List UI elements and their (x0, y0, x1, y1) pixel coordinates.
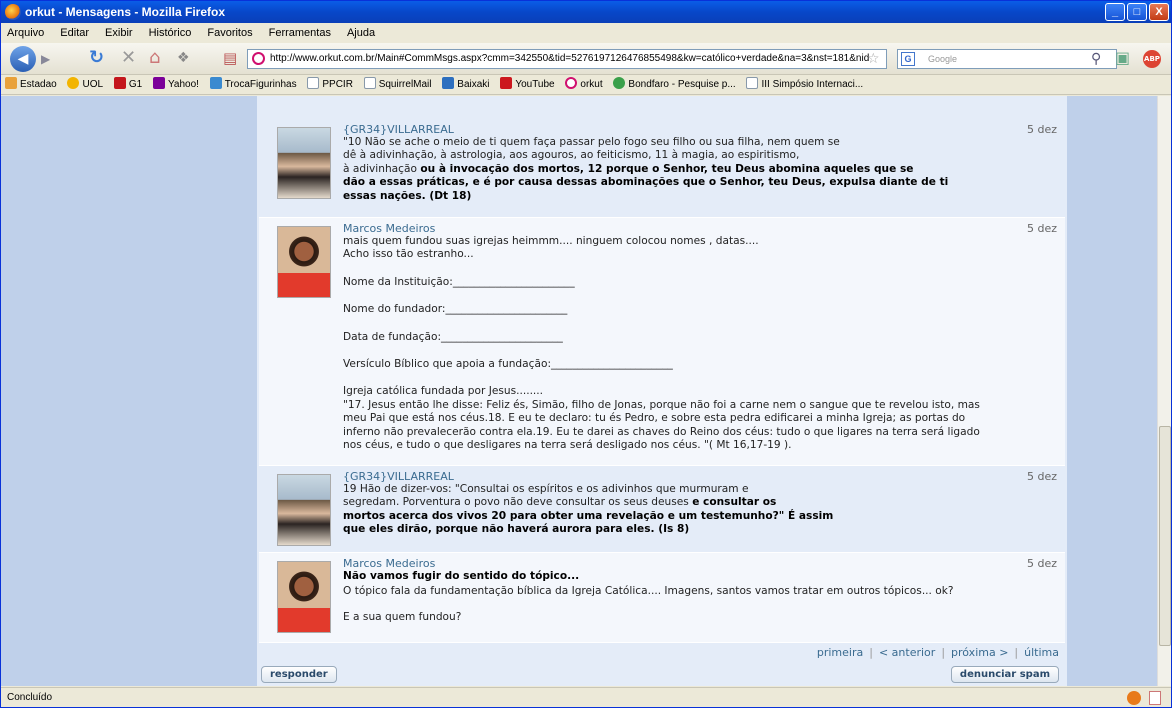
orkut-site-icon (252, 52, 265, 65)
back-arrow-icon[interactable]: ◀ (10, 46, 36, 72)
menu-exibir[interactable]: Exibir (103, 23, 135, 43)
author-link[interactable]: {GR34}VILLARREAL (343, 123, 454, 136)
page-viewport: {GR34}VILLARREAL 5 dez "10 Não se ache o… (1, 96, 1157, 686)
author-link[interactable]: {GR34}VILLARREAL (343, 470, 454, 483)
post-body: Não vamos fugir do sentido do tópico... … (343, 570, 954, 623)
stop-icon[interactable]: ✕ (121, 44, 136, 72)
bookmark-squirrelmail[interactable]: SquirrelMail (363, 75, 432, 94)
avatar[interactable] (277, 561, 331, 633)
message-post: {GR34}VILLARREAL 5 dez "10 Não se ache o… (259, 119, 1065, 218)
google-icon: G (901, 52, 915, 66)
search-icon[interactable]: ⚲ (1091, 45, 1101, 73)
bookmark-yahoo[interactable]: Yahoo! (152, 75, 199, 94)
bookmark-orkut[interactable]: orkut (565, 75, 603, 94)
bookmark-estadao[interactable]: Estadao (5, 75, 57, 94)
close-button[interactable]: X (1149, 3, 1169, 21)
post-date: 5 dez (1026, 222, 1057, 235)
menu-historico[interactable]: Histórico (147, 23, 194, 43)
bookmark-g1[interactable]: G1 (113, 75, 142, 94)
message-post: Marcos Medeiros 5 dez mais quem fundou s… (259, 218, 1065, 466)
prev-page-link[interactable]: < anterior (879, 646, 935, 659)
maximize-button[interactable]: □ (1127, 3, 1147, 21)
menu-favoritos[interactable]: Favoritos (205, 23, 254, 43)
minimize-button[interactable]: _ (1105, 3, 1125, 21)
page-icon[interactable] (1149, 691, 1161, 705)
vertical-scrollbar[interactable] (1157, 96, 1171, 686)
bookmark-youtube[interactable]: YouTube (500, 75, 555, 94)
avatar[interactable] (277, 226, 331, 298)
action-bar: responder denunciar spam (257, 662, 1067, 686)
home-icon[interactable]: ⌂ (149, 44, 160, 72)
firefox-icon (5, 4, 21, 20)
reply-button[interactable]: responder (261, 666, 337, 683)
title-bar: orkut - Mensagens - Mozilla Firefox _ □ … (1, 1, 1171, 23)
menu-ajuda[interactable]: Ajuda (345, 23, 377, 43)
pagination: primeira | < anterior | próxima > | última (816, 646, 1059, 659)
last-page-link[interactable]: última (1024, 646, 1059, 659)
print-icon[interactable]: ▤ (223, 44, 237, 72)
bookmark-simposio[interactable]: III Simpósio Internaci... (746, 75, 863, 94)
post-date: 5 dez (1026, 557, 1057, 570)
community-messages: {GR34}VILLARREAL 5 dez "10 Não se ache o… (257, 96, 1067, 686)
reload-icon[interactable]: ↻ (89, 44, 104, 72)
next-page-link[interactable]: próxima > (951, 646, 1008, 659)
bookmarks-bar: Estadao UOL G1 Yahoo! TrocaFigurinhas PP… (1, 75, 1171, 95)
menu-arquivo[interactable]: Arquivo (5, 23, 46, 43)
bookmark-trocafigurinhas[interactable]: TrocaFigurinhas (209, 75, 297, 94)
adblock-icon[interactable]: ABP (1143, 50, 1161, 68)
firebug-icon[interactable] (1127, 691, 1141, 705)
avatar[interactable] (277, 474, 331, 546)
post-body: "10 Não se ache o meio de ti quem faça p… (343, 136, 949, 202)
menu-editar[interactable]: Editar (58, 23, 91, 43)
scrollbar-thumb[interactable] (1159, 426, 1171, 646)
bookmark-uol[interactable]: UOL (67, 75, 103, 94)
author-link[interactable]: Marcos Medeiros (343, 557, 435, 570)
status-bar: Concluído (1, 687, 1171, 707)
menu-ferramentas[interactable]: Ferramentas (267, 23, 333, 43)
menu-bar: Arquivo Editar Exibir Histórico Favorito… (1, 23, 1171, 43)
address-bar[interactable]: http://www.orkut.com.br/Main#CommMsgs.as… (247, 49, 887, 69)
post-date: 5 dez (1026, 470, 1057, 483)
star-icon[interactable]: ☆ (867, 45, 880, 73)
address-url: http://www.orkut.com.br/Main#CommMsgs.as… (270, 53, 870, 64)
message-post: {GR34}VILLARREAL 5 dez 19 Hão de dizer-v… (259, 466, 1065, 553)
navigation-toolbar: ◀ ▶ ↻ ✕ ⌂ ❖ ▤ http://www.orkut.com.br/Ma… (1, 43, 1171, 75)
search-placeholder: Google (928, 54, 958, 64)
bookmark-icon[interactable]: ❖ (177, 44, 190, 72)
avatar[interactable] (277, 127, 331, 199)
post-body: mais quem fundou suas igrejas heimmm....… (343, 235, 980, 452)
post-body: 19 Hão de dizer-vos: "Consultai os espír… (343, 483, 834, 536)
author-link[interactable]: Marcos Medeiros (343, 222, 435, 235)
post-date: 5 dez (1026, 123, 1057, 136)
forward-arrow-icon[interactable]: ▶ (41, 45, 50, 73)
addon-icon[interactable]: ▣ (1115, 44, 1130, 72)
message-post: Marcos Medeiros 5 dez Não vamos fugir do… (259, 553, 1065, 643)
bookmark-bondfaro[interactable]: Bondfaro - Pesquise p... (613, 75, 736, 94)
report-spam-button[interactable]: denunciar spam (950, 666, 1059, 683)
bookmark-ppcir[interactable]: PPCIR (307, 75, 353, 94)
first-page-link[interactable]: primeira (817, 646, 863, 659)
bookmark-baixaki[interactable]: Baixaki (442, 75, 490, 94)
browser-window: orkut - Mensagens - Mozilla Firefox _ □ … (0, 0, 1172, 708)
status-text: Concluído (7, 692, 53, 703)
window-title: orkut - Mensagens - Mozilla Firefox (25, 5, 226, 19)
search-input[interactable]: G Google (897, 49, 1117, 69)
